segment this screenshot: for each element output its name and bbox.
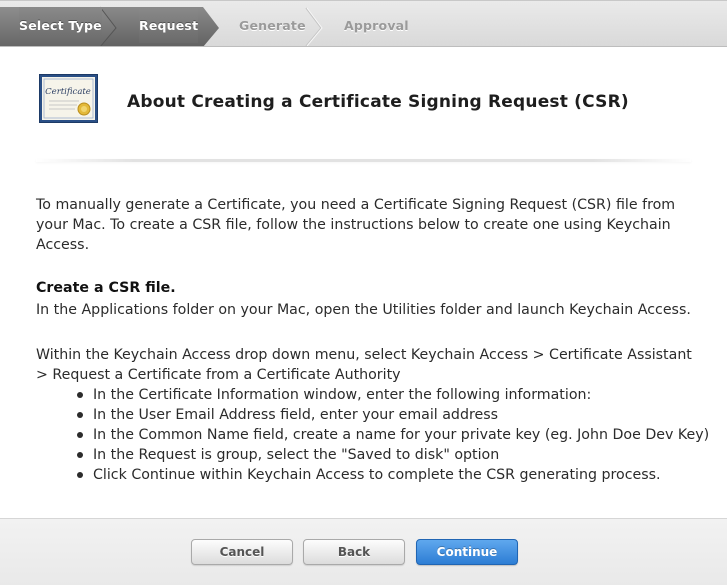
certificate-icon: Certificate (39, 74, 98, 123)
instruction-list: In the Certificate Information window, e… (76, 385, 709, 485)
step-request[interactable]: Request (139, 7, 199, 43)
cancel-button[interactable]: Cancel (191, 539, 293, 565)
certificate-icon-text: Certificate (45, 87, 91, 97)
continue-button[interactable]: Continue (416, 539, 518, 565)
step-select-type[interactable]: Select Type (19, 7, 102, 43)
step-approval: Approval (344, 7, 409, 43)
back-button[interactable]: Back (303, 539, 405, 565)
list-item: In the Common Name field, create a name … (76, 425, 709, 445)
list-item: In the User Email Address field, enter y… (76, 405, 709, 425)
section-heading: Create a CSR file. (36, 280, 176, 296)
step-label: Approval (344, 17, 409, 33)
header-divider (36, 159, 691, 162)
step-label: Request (139, 17, 199, 33)
progress-steps-bar: Select Type Request Generate Approval (0, 0, 727, 47)
step-separator (305, 7, 322, 46)
list-item: In the Request is group, select the "Sav… (76, 445, 709, 465)
intro-text: To manually generate a Certificate, you … (36, 197, 676, 253)
step-label: Generate (239, 17, 306, 33)
step-generate: Generate (239, 7, 306, 43)
section-text: In the Applications folder on your Mac, … (36, 302, 691, 318)
list-item: Click Continue within Keychain Access to… (76, 465, 709, 485)
keychain-instructions: Within the Keychain Access drop down men… (36, 347, 692, 383)
step-label: Select Type (19, 17, 102, 33)
page-title: About Creating a Certificate Signing Req… (127, 92, 629, 112)
list-item: In the Certificate Information window, e… (76, 385, 709, 405)
